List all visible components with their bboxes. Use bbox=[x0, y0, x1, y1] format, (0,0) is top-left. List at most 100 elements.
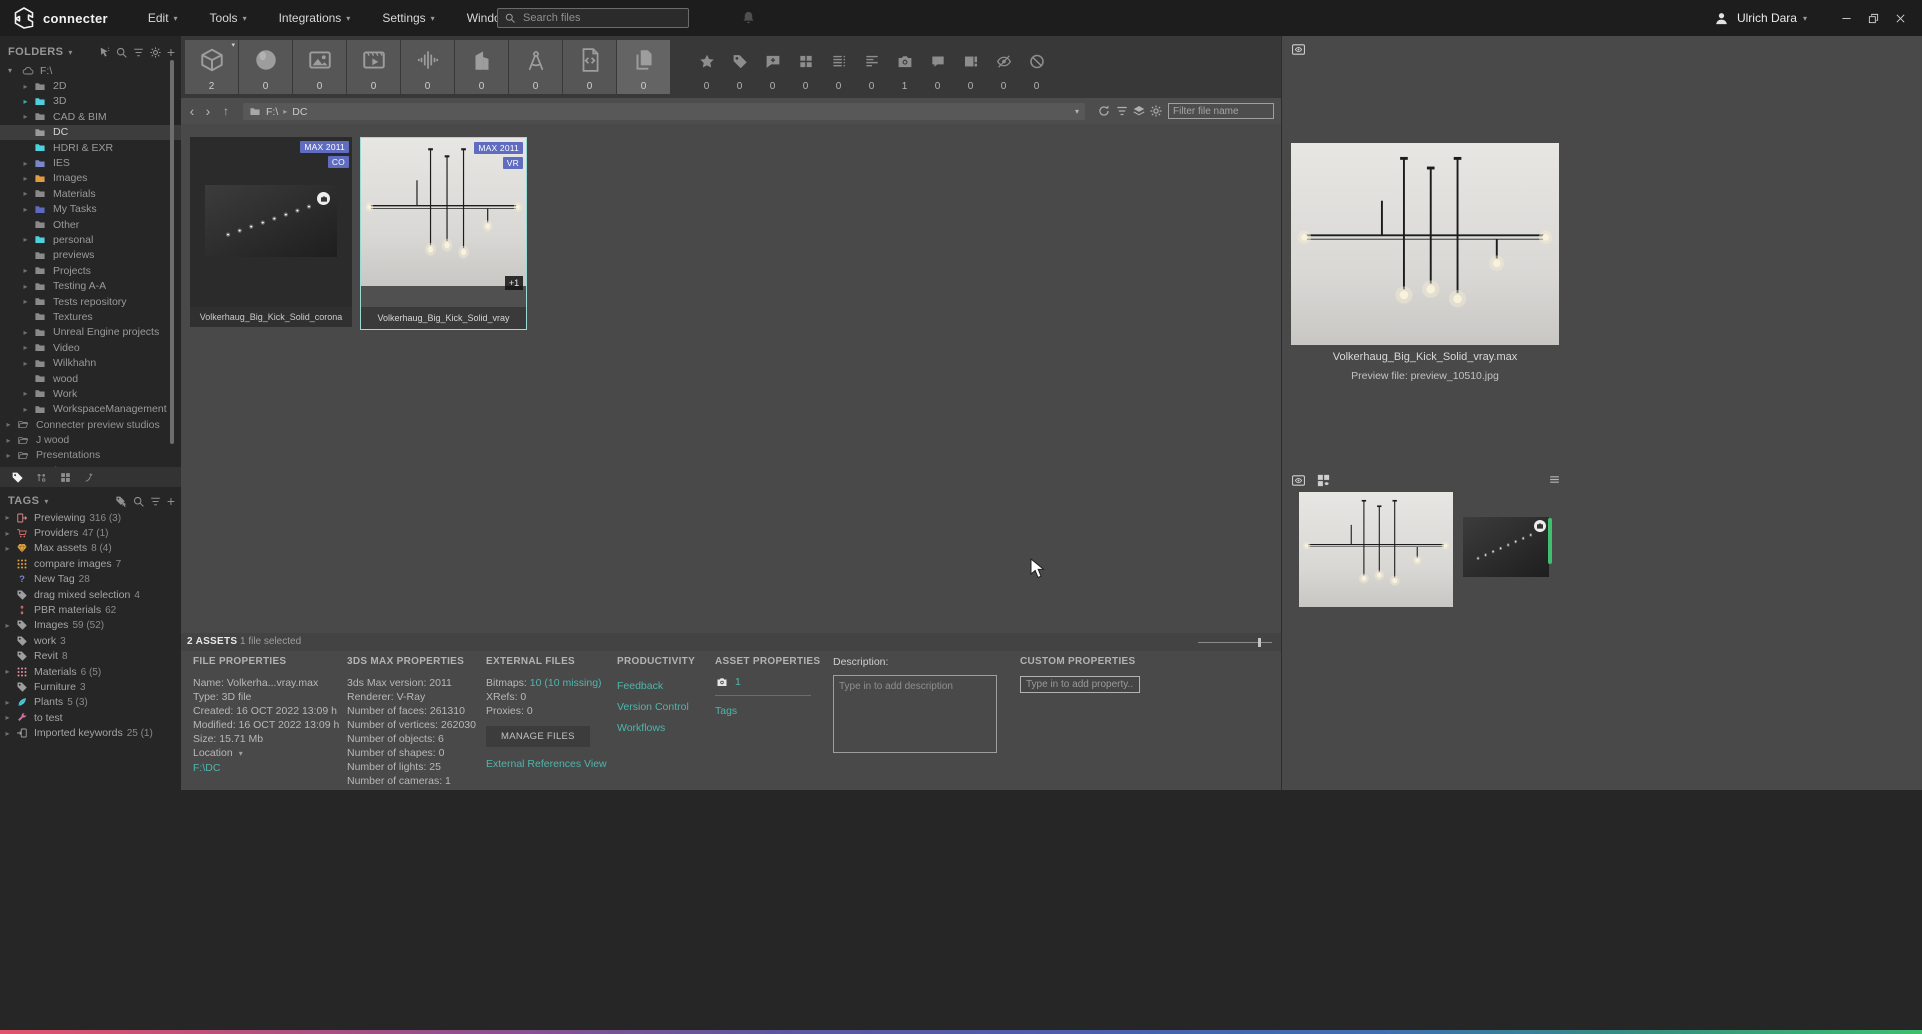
menu-integrations[interactable]: Integrations▾ bbox=[279, 11, 351, 25]
filter-detailed-list[interactable]: 0 bbox=[822, 40, 855, 94]
workflows-link[interactable]: Workflows bbox=[617, 718, 695, 739]
asset-thumbnail[interactable]: MAX 2011 CO bbox=[190, 137, 352, 307]
search-input[interactable] bbox=[521, 11, 682, 25]
folder-item-testing-a-a[interactable]: ▸Testing A-A bbox=[0, 278, 181, 293]
close-button[interactable] bbox=[1887, 0, 1914, 36]
tag-item-previewing[interactable]: ▸Previewing316 (3) bbox=[0, 510, 181, 525]
expand-caret-icon[interactable]: ▸ bbox=[21, 205, 30, 214]
folder-item-workspacemanagement[interactable]: ▸WorkspaceManagement bbox=[0, 402, 181, 417]
folder-item-video[interactable]: ▸Video bbox=[0, 340, 181, 355]
type-filter-3d-files[interactable]: ▾2 bbox=[185, 40, 238, 94]
feedback-link[interactable]: Feedback bbox=[617, 676, 695, 697]
user-name[interactable]: Ulrich Dara bbox=[1737, 11, 1797, 25]
type-filter-videos[interactable]: 0 bbox=[347, 40, 400, 94]
folder-item-wilkhahn[interactable]: ▸Wilkhahn bbox=[0, 355, 181, 370]
tag-item-revit[interactable]: Revit8 bbox=[0, 649, 181, 664]
expand-caret-icon[interactable]: ▸ bbox=[3, 667, 12, 676]
tag-item-furniture[interactable]: Furniture3 bbox=[0, 679, 181, 694]
global-search[interactable] bbox=[497, 8, 689, 28]
filter-collections[interactable]: 0 bbox=[789, 40, 822, 94]
tag-item-pbr-materials[interactable]: PBR materials62 bbox=[0, 602, 181, 617]
minimize-button[interactable] bbox=[1833, 0, 1860, 36]
add-tag-icon[interactable]: + bbox=[167, 495, 175, 508]
type-filter-bim[interactable]: 0 bbox=[455, 40, 508, 94]
view-settings-icon[interactable] bbox=[1149, 104, 1163, 118]
tag-item-drag-mixed-selection[interactable]: drag mixed selection4 bbox=[0, 587, 181, 602]
folders-title[interactable]: FOLDERS bbox=[8, 46, 63, 58]
external-references-link[interactable]: External References View bbox=[486, 758, 607, 770]
folder-item-tests-repository[interactable]: ▸Tests repository bbox=[0, 294, 181, 309]
folder-item-textures[interactable]: Textures bbox=[0, 309, 181, 324]
folder-item-work[interactable]: ▸Work bbox=[0, 386, 181, 401]
filter-file-name-input[interactable] bbox=[1168, 103, 1274, 119]
slider-handle[interactable] bbox=[1258, 638, 1261, 647]
tag-item-to-test[interactable]: ▸to test bbox=[0, 710, 181, 725]
location-row[interactable]: Location▾ bbox=[193, 746, 339, 761]
folder-item-hdri-exr[interactable]: HDRI & EXR bbox=[0, 140, 181, 155]
preview-visibility-icon[interactable] bbox=[1290, 42, 1307, 57]
type-filter-materials[interactable]: 0 bbox=[239, 40, 292, 94]
tag-item-providers[interactable]: ▸Providers47 (1) bbox=[0, 525, 181, 540]
tags-view-icon[interactable] bbox=[11, 471, 24, 484]
folder-item-dc[interactable]: DC bbox=[0, 125, 181, 140]
expand-caret-icon[interactable]: ▸ bbox=[3, 544, 12, 553]
tags-link[interactable]: Tags bbox=[715, 704, 820, 718]
type-filter-images[interactable]: 0 bbox=[293, 40, 346, 94]
type-filter-cad[interactable]: 0 bbox=[509, 40, 562, 94]
folder-item-other[interactable]: Other bbox=[0, 217, 181, 232]
version-control-link[interactable]: Version Control bbox=[617, 697, 695, 718]
filter-hidden[interactable]: 0 bbox=[987, 40, 1020, 94]
folder-item-materials[interactable]: ▸Materials bbox=[0, 186, 181, 201]
menu-settings[interactable]: Settings▾ bbox=[382, 11, 434, 25]
expand-caret-icon[interactable]: ▸ bbox=[21, 266, 30, 275]
custom-property-input[interactable] bbox=[1020, 676, 1140, 693]
back-icon[interactable]: ‹ bbox=[184, 98, 200, 124]
expand-caret-icon[interactable]: ▾ bbox=[8, 66, 17, 75]
expand-caret-icon[interactable]: ▸ bbox=[21, 112, 30, 121]
menu-edit[interactable]: Edit▾ bbox=[148, 11, 178, 25]
tag-item-max-assets[interactable]: ▸Max assets8 (4) bbox=[0, 541, 181, 556]
folder-item-cad-bim[interactable]: ▸CAD & BIM bbox=[0, 109, 181, 124]
filter-comments[interactable]: 0 bbox=[921, 40, 954, 94]
folders-caret-icon[interactable]: ▾ bbox=[68, 48, 72, 57]
expand-caret-icon[interactable]: ▸ bbox=[21, 328, 30, 337]
asset-card-vray-selected[interactable]: MAX 2011 VR +1 Volkerhaug_Big_Kick_Solid… bbox=[360, 137, 527, 330]
filter-favorites[interactable]: 0 bbox=[690, 40, 723, 94]
folders-scrollbar[interactable] bbox=[170, 60, 174, 444]
folder-item-personal[interactable]: ▸personal bbox=[0, 232, 181, 247]
render-thumbnail-corona[interactable] bbox=[1463, 517, 1549, 577]
tag-item-work[interactable]: work3 bbox=[0, 633, 181, 648]
folders-search-icon[interactable] bbox=[115, 46, 128, 59]
refresh-icon[interactable] bbox=[1097, 104, 1111, 118]
folder-item-f-drive[interactable]: ▾ F:\ bbox=[0, 63, 181, 78]
expand-caret-icon[interactable]: ▸ bbox=[21, 359, 30, 368]
expand-caret-icon[interactable]: ▸ bbox=[21, 174, 30, 183]
manage-files-button[interactable]: MANAGE FILES bbox=[486, 726, 590, 747]
filter-icon[interactable] bbox=[1115, 104, 1129, 118]
expand-caret-icon[interactable]: ▸ bbox=[4, 420, 13, 429]
folder-item-3d[interactable]: ▸3D bbox=[0, 94, 181, 109]
filter-tagged[interactable]: 0 bbox=[723, 40, 756, 94]
renders-menu-icon[interactable] bbox=[1548, 473, 1561, 486]
expand-caret-icon[interactable]: ▸ bbox=[21, 389, 30, 398]
type-dropdown-icon[interactable]: ▾ bbox=[231, 41, 235, 49]
tag-item-new-tag[interactable]: ?New Tag28 bbox=[0, 572, 181, 587]
add-folder-icon[interactable]: + bbox=[167, 46, 175, 59]
expand-caret-icon[interactable]: ▸ bbox=[3, 698, 12, 707]
render-thumbnail-vray[interactable] bbox=[1299, 492, 1453, 607]
workspace-item-j-wood[interactable]: ▸J wood bbox=[0, 432, 181, 447]
layers-icon[interactable] bbox=[1132, 104, 1146, 118]
tags-title[interactable]: TAGS bbox=[8, 495, 39, 507]
filter-custom-props[interactable]: 0 bbox=[954, 40, 987, 94]
extra-files-overlay[interactable]: +1 bbox=[505, 276, 523, 290]
asset-card-corona[interactable]: MAX 2011 CO Volkerhaug_Big_Kick_Solid_co… bbox=[190, 137, 352, 327]
expand-caret-icon[interactable]: ▸ bbox=[21, 297, 30, 306]
expand-caret-icon[interactable]: ▸ bbox=[3, 529, 12, 538]
expand-caret-icon[interactable]: ▸ bbox=[4, 436, 13, 445]
expand-caret-icon[interactable]: ▸ bbox=[3, 513, 12, 522]
renders-visibility-icon[interactable] bbox=[1290, 473, 1307, 488]
expand-caret-icon[interactable]: ▸ bbox=[3, 729, 12, 738]
filter-descriptions[interactable]: 0 bbox=[855, 40, 888, 94]
renders-count[interactable]: 1 bbox=[735, 676, 741, 688]
tag-item-materials[interactable]: ▸Materials6 (5) bbox=[0, 664, 181, 679]
